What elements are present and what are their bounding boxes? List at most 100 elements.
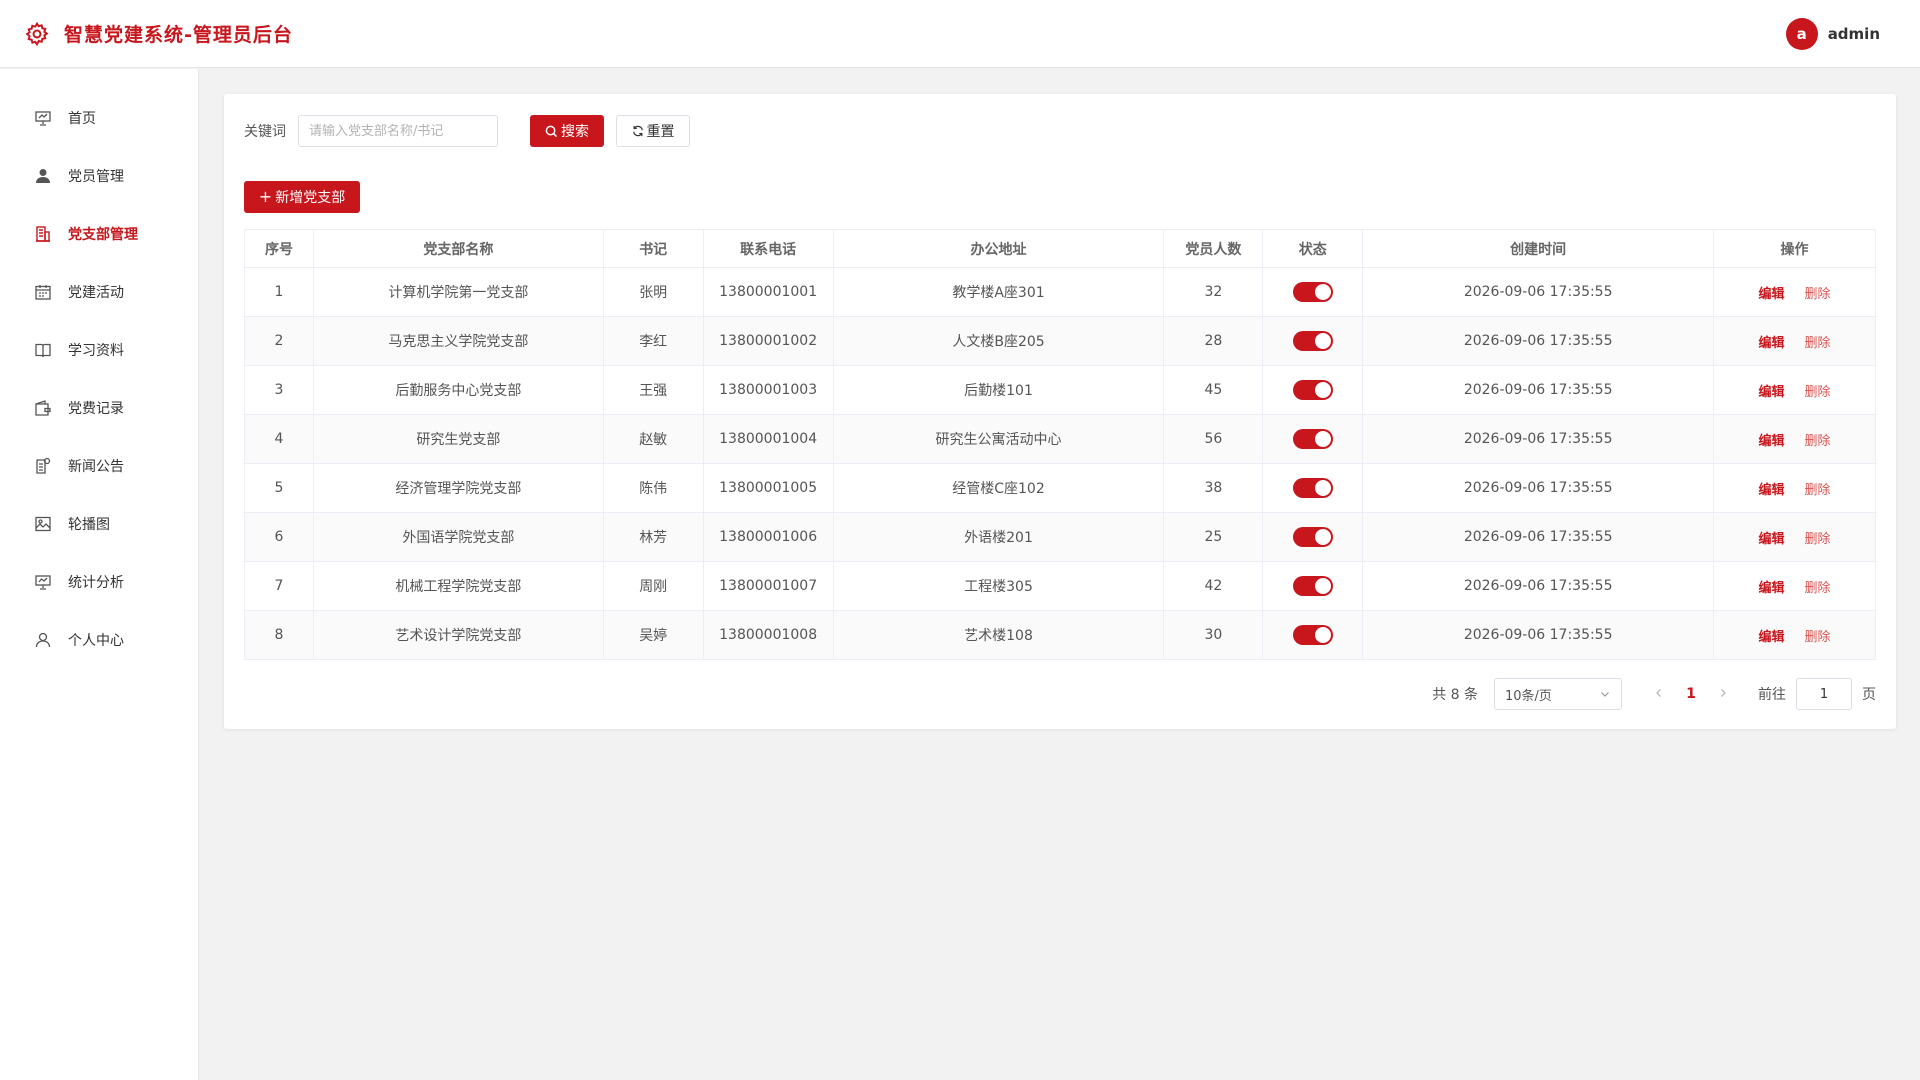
status-toggle[interactable] [1292,576,1333,596]
status-toggle[interactable] [1292,527,1333,547]
cell-created: 2026-09-06 17:35:55 [1362,414,1715,464]
delete-button[interactable]: 删除 [1805,630,1831,645]
chart-icon [35,575,51,590]
building-icon [36,226,50,242]
cell-actions: 编辑 删除 [1713,316,1876,366]
reset-button-label: 重置 [646,124,675,140]
edit-button[interactable]: 编辑 [1759,434,1785,449]
cell-no: 8 [244,610,314,660]
delete-button[interactable]: 删除 [1805,434,1831,449]
cell-secretary: 王强 [602,365,704,415]
cell-status [1262,414,1364,464]
sidebar-item-branches[interactable]: 党支部管理 [0,205,198,263]
edit-button[interactable]: 编辑 [1759,483,1785,498]
edit-button[interactable]: 编辑 [1759,385,1785,400]
sidebar-item-label: 轮播图 [68,517,110,533]
cell-no: 4 [244,414,314,464]
delete-button[interactable]: 删除 [1805,483,1831,498]
delete-button[interactable]: 删除 [1805,336,1831,351]
status-toggle[interactable] [1292,625,1333,645]
sidebar-item-carousel[interactable]: 轮播图 [0,495,198,553]
cell-no: 1 [244,267,314,317]
cell-status [1262,316,1364,366]
cell-actions: 编辑 删除 [1713,463,1876,513]
total-count: 共 8 条 [1432,687,1478,703]
cell-actions: 编辑 删除 [1713,512,1876,562]
cell-name: 研究生党支部 [312,414,604,464]
next-page-button[interactable] [1708,686,1738,702]
delete-button[interactable]: 删除 [1805,581,1831,596]
wallet-icon [35,400,51,416]
table-row: 6 外国语学院党支部 林芳 13800001006 外语楼201 25 2026… [244,512,1876,562]
gear-icon [25,21,49,46]
page-number[interactable]: 1 [1674,686,1708,702]
calendar-icon [35,285,51,300]
table-header-row: 序号 党支部名称 书记 联系电话 办公地址 党员人数 状态 创建时间 操作 [244,229,1876,268]
search-bar: 关键词 搜索 重置 [244,115,1876,147]
table-row: 3 后勤服务中心党支部 王强 13800001003 后勤楼101 45 202… [244,365,1876,415]
delete-button[interactable]: 删除 [1805,287,1831,302]
cell-name: 后勤服务中心党支部 [312,365,604,415]
page-size-select[interactable]: 10条/页 [1494,678,1622,710]
sidebar-item-home[interactable]: 首页 [0,89,198,147]
cell-created: 2026-09-06 17:35:55 [1362,463,1715,513]
cell-name: 机械工程学院党支部 [312,561,604,611]
column-header: 书记 [602,229,704,268]
username[interactable]: admin [1828,25,1880,43]
edit-button[interactable]: 编辑 [1759,532,1785,547]
cell-address: 工程楼305 [832,561,1165,611]
reset-button[interactable]: 重置 [616,115,690,147]
sidebar-item-members[interactable]: 党员管理 [0,147,198,205]
cell-phone: 13800001007 [702,561,834,611]
search-button-label: 搜索 [561,124,589,140]
user-menu[interactable]: a admin [1785,17,1880,50]
status-toggle[interactable] [1292,380,1333,400]
cell-phone: 13800001008 [702,610,834,660]
status-toggle[interactable] [1292,429,1333,449]
sidebar-item-label: 党费记录 [68,401,124,417]
cell-status [1262,267,1364,317]
sidebar-item-label: 党建活动 [68,285,124,301]
cell-members: 38 [1163,463,1264,513]
edit-button[interactable]: 编辑 [1759,336,1785,351]
cell-no: 2 [244,316,314,366]
edit-button[interactable]: 编辑 [1759,287,1785,302]
cell-actions: 编辑 删除 [1713,414,1876,464]
prev-page-button[interactable] [1644,686,1674,702]
edit-button[interactable]: 编辑 [1759,581,1785,596]
cell-secretary: 陈伟 [602,463,704,513]
avatar[interactable]: a [1785,17,1818,50]
sidebar-item-profile[interactable]: 个人中心 [0,611,198,669]
cell-secretary: 张明 [602,267,704,317]
sidebar-item-label: 首页 [68,111,96,127]
cell-actions: 编辑 删除 [1713,267,1876,317]
cell-address: 后勤楼101 [832,365,1165,415]
plus-icon: + [258,187,273,206]
search-button[interactable]: 搜索 [530,115,604,147]
sidebar-item-materials[interactable]: 学习资料 [0,321,198,379]
cell-address: 外语楼201 [832,512,1165,562]
delete-button[interactable]: 删除 [1805,532,1831,547]
goto-page-input[interactable] [1796,678,1852,710]
keyword-input[interactable] [298,115,498,147]
table-row: 5 经济管理学院党支部 陈伟 13800001005 经管楼C座102 38 2… [244,463,1876,513]
status-toggle[interactable] [1292,331,1333,351]
sidebar-item-label: 党支部管理 [68,227,138,243]
brand: 智慧党建系统-管理员后台 [24,20,293,47]
cell-created: 2026-09-06 17:35:55 [1362,316,1715,366]
add-branch-button[interactable]: + 新增党支部 [244,181,360,213]
sidebar-item-label: 新闻公告 [68,459,124,475]
cell-created: 2026-09-06 17:35:55 [1362,267,1715,317]
status-toggle[interactable] [1292,478,1333,498]
edit-button[interactable]: 编辑 [1759,630,1785,645]
cell-address: 教学楼A座301 [832,267,1165,317]
sidebar-item-statistics[interactable]: 统计分析 [0,553,198,611]
sidebar-item-fees[interactable]: 党费记录 [0,379,198,437]
keyword-label: 关键词 [244,124,286,140]
cell-phone: 13800001001 [702,267,834,317]
sidebar-item-news[interactable]: 新闻公告 [0,437,198,495]
status-toggle[interactable] [1292,282,1333,302]
cell-phone: 13800001004 [702,414,834,464]
delete-button[interactable]: 删除 [1805,385,1831,400]
sidebar-item-activities[interactable]: 党建活动 [0,263,198,321]
